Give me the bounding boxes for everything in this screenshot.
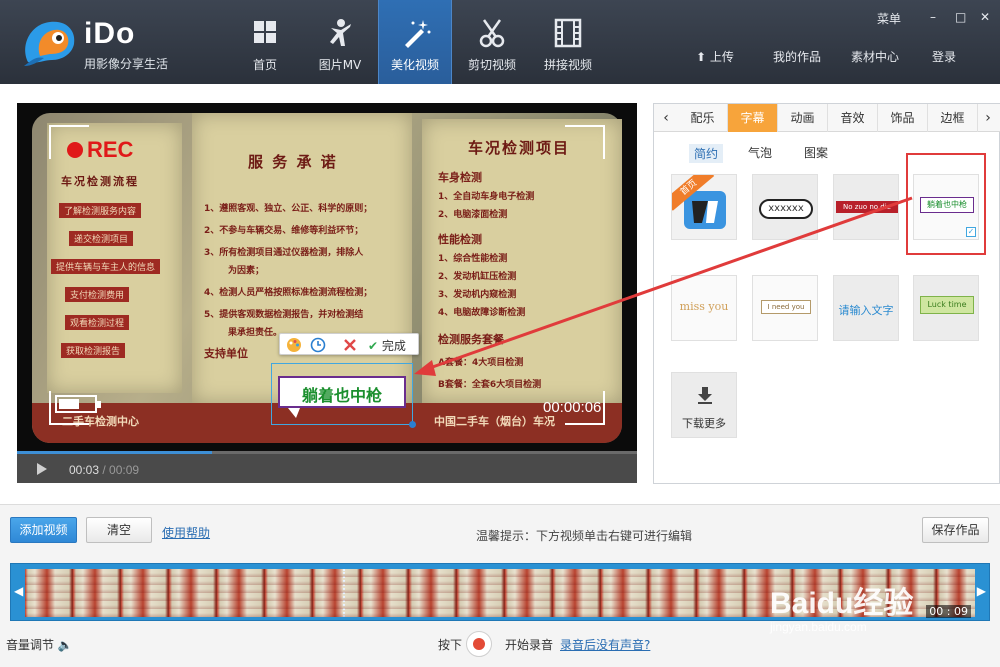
record-button[interactable]: [466, 631, 492, 657]
record-suffix: 开始录音: [505, 638, 554, 652]
save-work-button[interactable]: 保存作品: [922, 517, 989, 543]
timeline-prev-icon[interactable]: ◀: [14, 584, 23, 598]
clear-button[interactable]: 清空: [86, 517, 152, 543]
timeline-cursor[interactable]: [343, 569, 345, 617]
watermark-brand: Baidu经验: [770, 587, 914, 620]
tip-text: 温馨提示：下方视频单击右键可进行编辑: [476, 529, 693, 543]
no-sound-link[interactable]: 录音后没有声音?: [560, 636, 650, 653]
volume-label: 音量调节: [6, 638, 55, 652]
record-prefix: 按下: [438, 638, 463, 652]
add-video-button[interactable]: 添加视频: [10, 517, 77, 543]
help-link[interactable]: 使用帮助: [162, 524, 210, 541]
volume-control[interactable]: 音量调节 🔈: [6, 636, 73, 653]
watermark-url: jingyan.baidu.com: [770, 620, 867, 634]
speaker-icon: 🔈: [57, 638, 73, 652]
baidu-watermark: Baidu经验 jingyan.baidu.com: [770, 558, 980, 648]
